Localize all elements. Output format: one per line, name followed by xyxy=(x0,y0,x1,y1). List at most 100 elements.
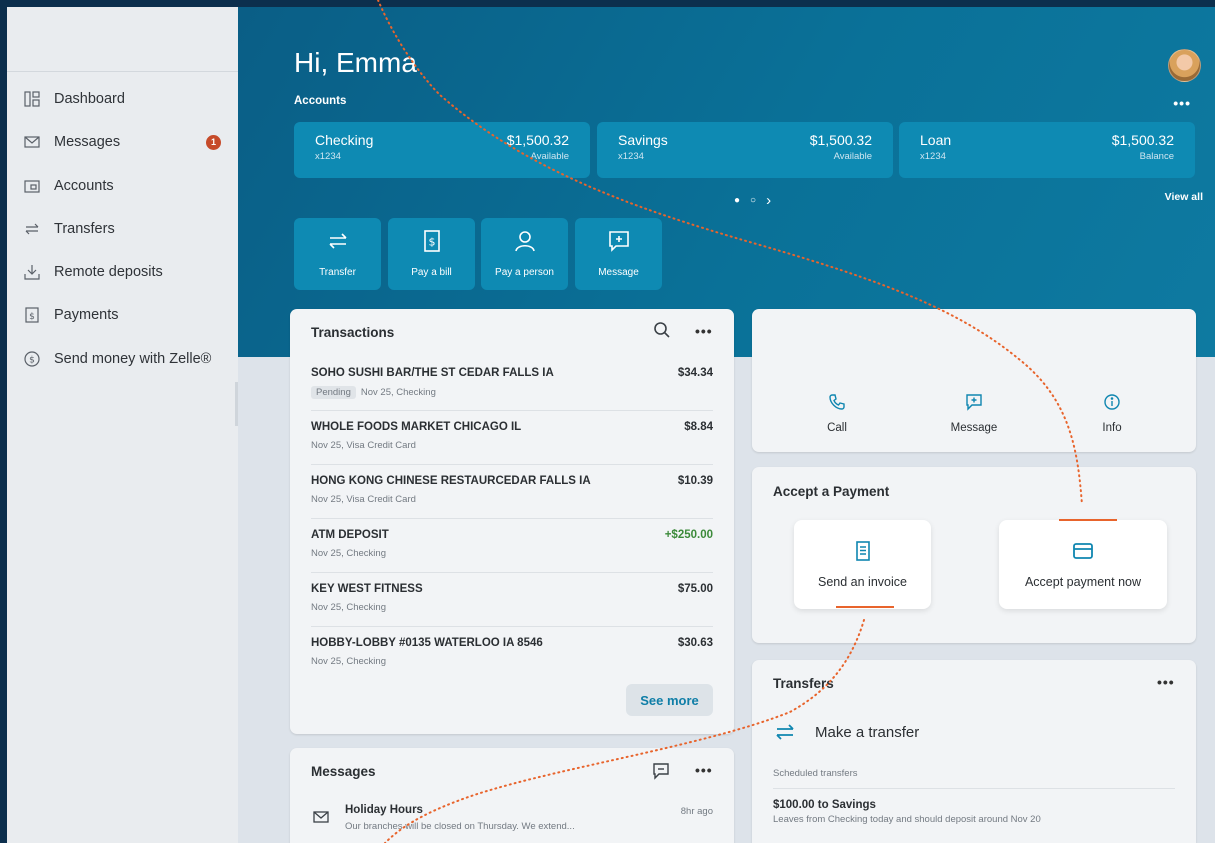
transaction-row[interactable]: ATM DEPOSIT Nov 25, Checking +$250.00 xyxy=(311,521,713,573)
accounts-label: Accounts xyxy=(294,95,347,107)
transfer-action-button[interactable]: Transfer xyxy=(294,218,381,290)
call-button[interactable]: Call xyxy=(787,393,887,434)
sidebar-item-transfers[interactable]: Transfers xyxy=(7,211,238,247)
sidebar-item-label: Remote deposits xyxy=(54,264,163,280)
send-invoice-button[interactable]: Send an invoice xyxy=(794,520,931,609)
message-plus-icon xyxy=(575,228,662,254)
message-button[interactable]: Message xyxy=(924,393,1024,434)
account-amount: $1,500.32 xyxy=(1111,132,1174,148)
row-divider xyxy=(311,464,713,465)
account-amount: $1,500.32 xyxy=(506,132,569,148)
transaction-description: SOHO SUSHI BAR/THE ST CEDAR FALLS IA xyxy=(311,367,554,379)
account-card-loan[interactable]: Loan x1234 $1,500.32 Balance xyxy=(899,122,1195,178)
accept-payment-now-button[interactable]: Accept payment now xyxy=(999,520,1167,609)
svg-text:$: $ xyxy=(29,356,35,366)
messages-card: Messages ••• Holiday Hours Our branches … xyxy=(290,748,734,843)
svg-text:$: $ xyxy=(29,312,35,322)
accept-payment-title: Accept a Payment xyxy=(773,484,890,499)
account-name: Savings xyxy=(618,132,668,148)
transaction-amount: $30.63 xyxy=(677,637,713,649)
transaction-row[interactable]: SOHO SUSHI BAR/THE ST CEDAR FALLS IA Pen… xyxy=(311,359,713,411)
sidebar-item-dashboard[interactable]: Dashboard xyxy=(7,81,238,117)
account-amount-label: Balance xyxy=(1139,151,1174,162)
main-content: Hi, Emma Accounts ••• Checking x1234 $1,… xyxy=(238,7,1215,843)
sidebar-item-payments[interactable]: $ Payments xyxy=(7,297,238,333)
message-action-button[interactable]: Message xyxy=(575,218,662,290)
account-card-savings[interactable]: Savings x1234 $1,500.32 Available xyxy=(597,122,893,178)
info-button[interactable]: Info xyxy=(1062,393,1162,434)
make-transfer-label: Make a transfer xyxy=(815,723,920,741)
transactions-more-button[interactable]: ••• xyxy=(695,323,713,339)
transaction-description: WHOLE FOODS MARKET CHICAGO IL xyxy=(311,421,522,433)
transaction-row[interactable]: HONG KONG CHINESE RESTAURCEDAR FALLS IA … xyxy=(311,467,713,519)
row-divider xyxy=(773,788,1175,789)
transactions-card: Transactions ••• SOHO SUSHI BAR/THE ST C… xyxy=(290,309,734,734)
wallet-icon xyxy=(23,177,41,195)
send-invoice-label: Send an invoice xyxy=(818,575,907,589)
highlight-underline xyxy=(836,606,894,608)
transfers-title: Transfers xyxy=(773,676,834,691)
transfer-icon xyxy=(294,228,381,254)
message-label: Message xyxy=(950,422,998,434)
svg-text:$: $ xyxy=(428,236,435,249)
row-divider xyxy=(311,518,713,519)
transaction-amount: $8.84 xyxy=(684,421,713,433)
transaction-meta: Nov 25, Checking xyxy=(311,656,386,667)
transaction-description: ATM DEPOSIT xyxy=(311,529,389,541)
scheduled-transfer-item[interactable]: $100.00 to Savings Leaves from Checking … xyxy=(773,799,1041,825)
messages-more-button[interactable]: ••• xyxy=(695,762,713,778)
action-label: Message xyxy=(598,267,639,278)
highlight-underline xyxy=(1059,519,1117,521)
accounts-more-button[interactable]: ••• xyxy=(1173,95,1191,111)
sidebar-brand-area xyxy=(7,7,238,72)
info-icon xyxy=(1104,394,1120,410)
sidebar-item-remote-deposits[interactable]: Remote deposits xyxy=(7,254,238,290)
transfer-icon xyxy=(776,724,794,740)
sidebar-item-messages[interactable]: Messages 1 xyxy=(7,124,238,160)
sidebar: Dashboard Messages 1 Accounts Transfers xyxy=(7,7,238,843)
invoice-icon xyxy=(794,540,931,562)
avatar[interactable] xyxy=(1168,49,1201,82)
transaction-row[interactable]: WHOLE FOODS MARKET CHICAGO IL Nov 25, Vi… xyxy=(311,413,713,465)
account-card-checking[interactable]: Checking x1234 $1,500.32 Available xyxy=(294,122,590,178)
transaction-row[interactable]: HOBBY-LOBBY #0135 WATERLOO IA 8546 Nov 2… xyxy=(311,629,713,681)
pay-person-action-button[interactable]: Pay a person xyxy=(481,218,568,290)
pager-dot-active[interactable]: ● xyxy=(734,195,740,206)
sidebar-item-label: Send money with Zelle® xyxy=(54,351,212,367)
see-more-button[interactable]: See more xyxy=(626,684,713,716)
view-all-link[interactable]: View all xyxy=(1165,191,1203,203)
make-transfer-button[interactable]: Make a transfer xyxy=(773,720,919,744)
dollar-circle-icon: $ xyxy=(23,350,41,368)
sidebar-item-zelle[interactable]: $ Send money with Zelle® xyxy=(7,341,238,377)
messages-title: Messages xyxy=(311,764,376,779)
transaction-description: HONG KONG CHINESE RESTAURCEDAR FALLS IA xyxy=(311,475,591,487)
pager-dot[interactable]: ○ xyxy=(750,195,756,206)
compose-message-icon[interactable] xyxy=(652,762,670,780)
transactions-title: Transactions xyxy=(311,325,395,340)
sidebar-item-label: Dashboard xyxy=(54,91,125,107)
transaction-amount: $75.00 xyxy=(677,583,713,595)
transaction-row[interactable]: KEY WEST FITNESS Nov 25, Checking $75.00 xyxy=(311,575,713,627)
message-time: 8hr ago xyxy=(680,806,713,817)
transaction-amount: $34.34 xyxy=(677,367,713,379)
bill-icon: $ xyxy=(23,306,41,324)
row-divider xyxy=(311,572,713,573)
sidebar-item-label: Messages xyxy=(54,134,121,150)
message-plus-icon xyxy=(966,394,982,411)
message-title[interactable]: Holiday Hours xyxy=(345,804,423,816)
message-preview: Our branches will be closed on Thursday.… xyxy=(345,821,575,832)
transaction-amount: $10.39 xyxy=(677,475,713,487)
pay-bill-action-button[interactable]: $ Pay a bill xyxy=(388,218,475,290)
envelope-icon xyxy=(23,133,41,151)
bill-icon: $ xyxy=(388,228,475,254)
pager-next-chevron-icon[interactable]: › xyxy=(766,192,771,209)
scheduled-transfer-title: $100.00 to Savings xyxy=(773,799,876,811)
row-divider xyxy=(311,410,713,411)
search-icon[interactable] xyxy=(653,321,671,339)
greeting: Hi, Emma xyxy=(294,47,417,78)
sidebar-item-accounts[interactable]: Accounts xyxy=(7,168,238,204)
contact-card: Call Message Info xyxy=(752,309,1196,452)
account-name: Loan xyxy=(920,132,952,148)
unread-badge: 1 xyxy=(206,134,221,150)
transfers-more-button[interactable]: ••• xyxy=(1157,674,1175,690)
